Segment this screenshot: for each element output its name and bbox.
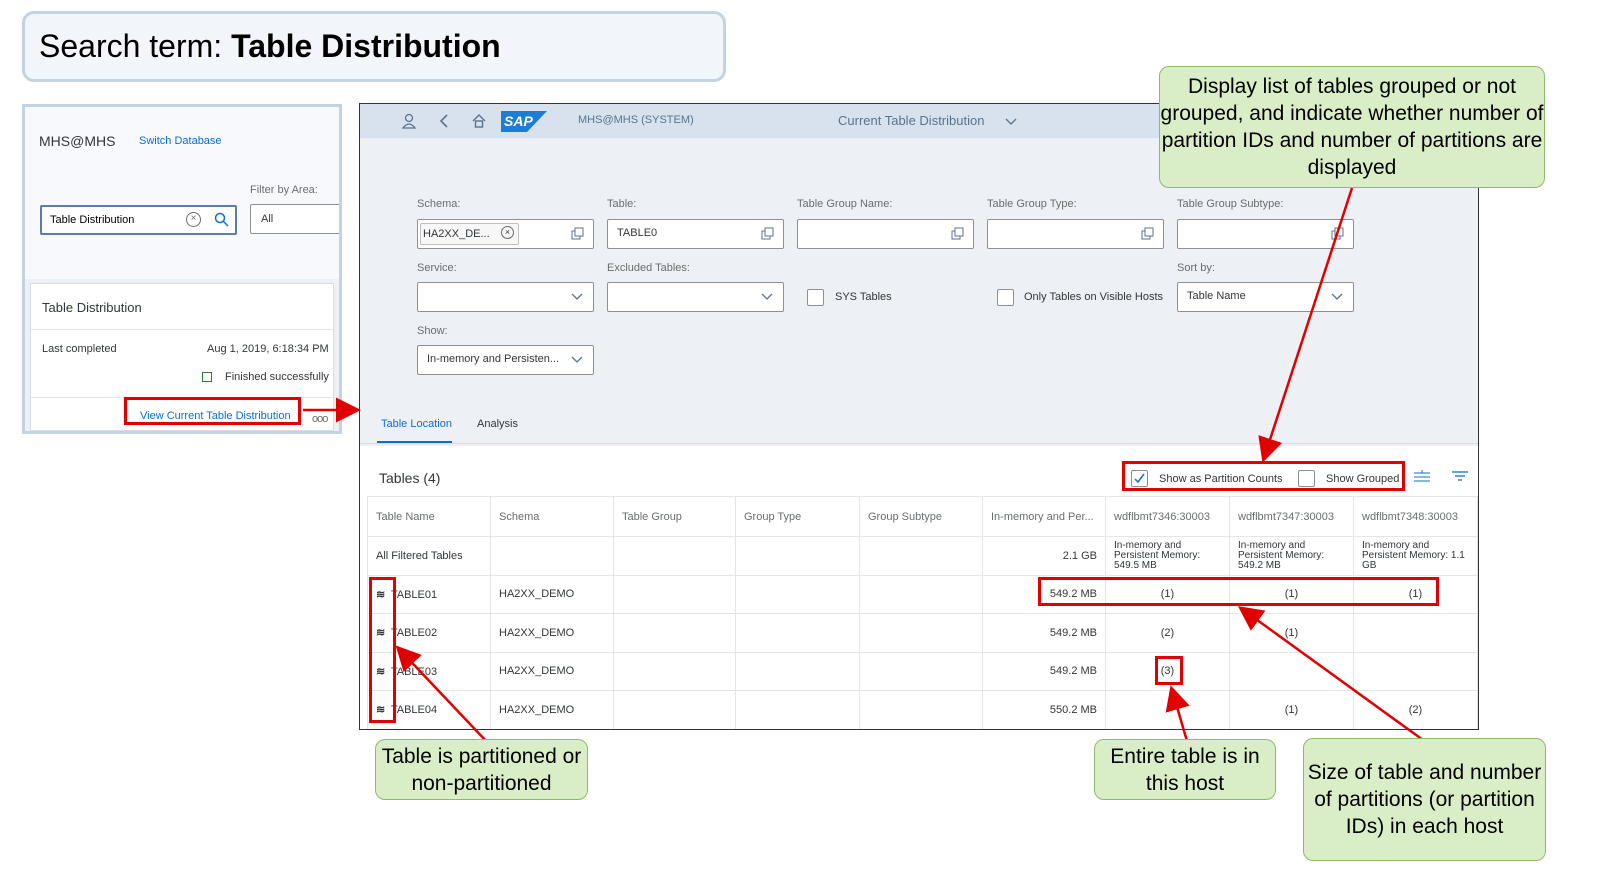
callout-text: Display list of tables grouped or not gr…	[1160, 75, 1544, 179]
callout-text: Size of table and number of partitions (…	[1307, 761, 1542, 838]
callout-size-partitions: Size of table and number of partitions (…	[1303, 738, 1546, 861]
callout-partitioned: Table is partitioned or non-partitioned	[375, 739, 588, 800]
callout-text: Entire table is in this host	[1110, 744, 1260, 795]
callout-text: Table is partitioned or non-partitioned	[381, 744, 582, 795]
callout-entire-table: Entire table is in this host	[1094, 739, 1276, 800]
callout-display-list: Display list of tables grouped or not gr…	[1159, 66, 1545, 188]
